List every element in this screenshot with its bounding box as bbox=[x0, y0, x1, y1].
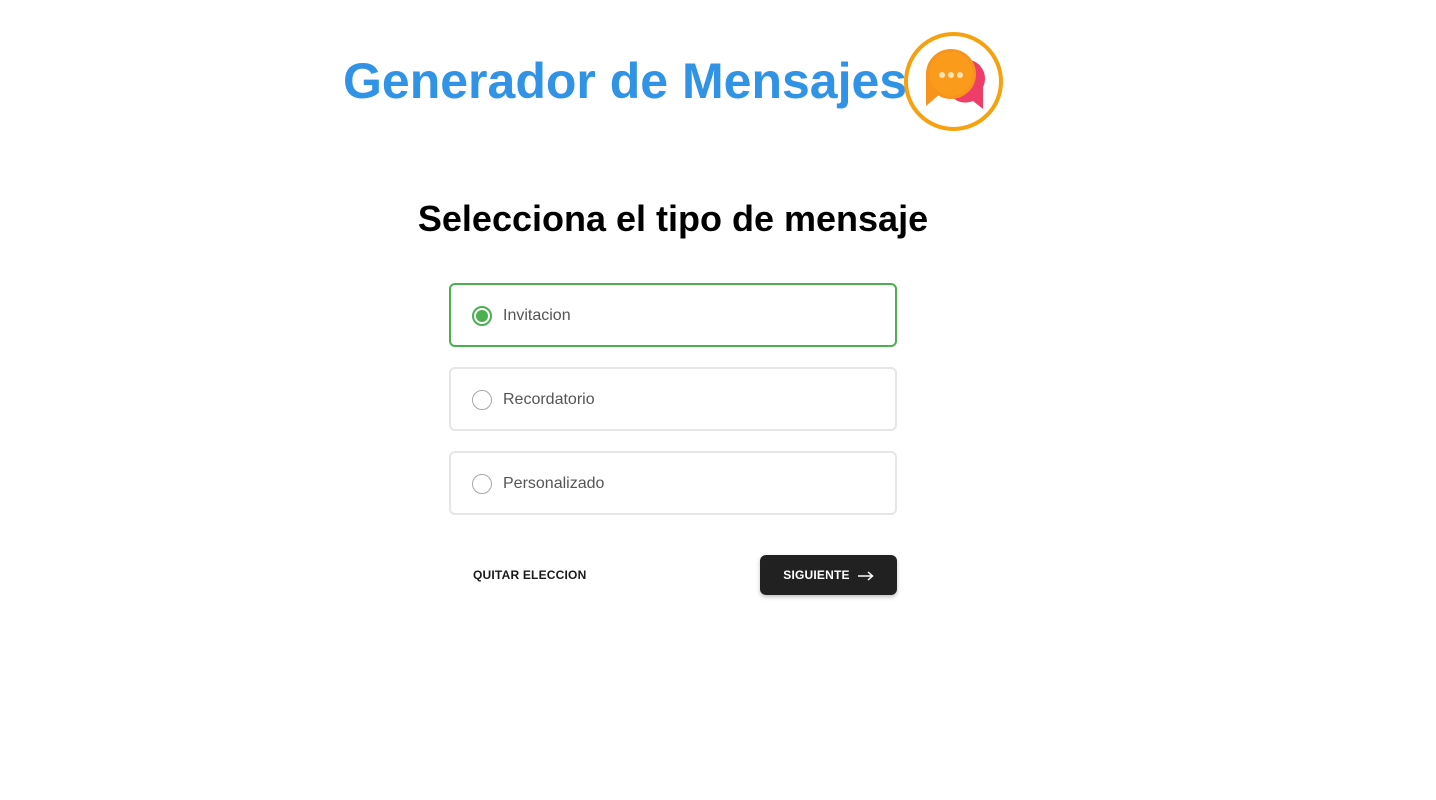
option-label: Invitacion bbox=[503, 307, 571, 324]
app-title: Generador de Mensajes bbox=[343, 53, 908, 109]
radio-button[interactable] bbox=[472, 306, 492, 326]
clear-selection-button[interactable]: QUITAR ELECCION bbox=[459, 560, 600, 590]
page: Generador de Mensajes Selecciona el tipo… bbox=[0, 0, 1436, 800]
option-recordatorio[interactable]: Recordatorio bbox=[449, 367, 897, 431]
chat-bubbles-icon bbox=[903, 31, 1004, 132]
radio-button[interactable] bbox=[472, 474, 492, 494]
option-label: Recordatorio bbox=[503, 391, 595, 408]
option-invitacion[interactable]: Invitacion bbox=[449, 283, 897, 347]
arrow-right-icon bbox=[857, 570, 874, 581]
option-label: Personalizado bbox=[503, 475, 605, 492]
section-heading: Selecciona el tipo de mensaje bbox=[417, 198, 929, 239]
next-button[interactable]: SIGUIENTE bbox=[760, 555, 897, 595]
radio-button[interactable] bbox=[472, 390, 492, 410]
option-personalizado[interactable]: Personalizado bbox=[449, 451, 897, 515]
next-button-label: SIGUIENTE bbox=[783, 568, 850, 582]
